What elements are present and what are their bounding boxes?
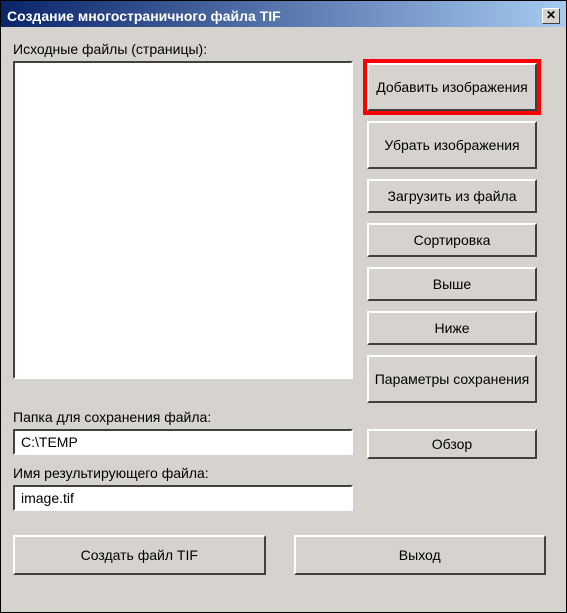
exit-button[interactable]: Выход: [294, 535, 547, 575]
source-files-listbox[interactable]: [13, 61, 353, 379]
save-folder-label: Папка для сохранения файла:: [13, 409, 554, 425]
save-folder-input[interactable]: [13, 429, 353, 455]
left-column: [13, 61, 353, 379]
add-images-button[interactable]: Добавить изображения: [367, 63, 537, 111]
sort-button[interactable]: Сортировка: [367, 223, 537, 257]
title-bar: Создание многостраничного файла TIF ✕: [1, 1, 566, 27]
remove-images-button[interactable]: Убрать изображения: [367, 121, 537, 169]
create-tif-button[interactable]: Создать файл TIF: [13, 535, 266, 575]
browse-button[interactable]: Обзор: [367, 429, 537, 459]
main-columns: Добавить изображения Убрать изображения …: [13, 61, 554, 403]
source-files-label: Исходные файлы (страницы):: [13, 41, 554, 57]
dialog-window: Создание многостраничного файла TIF ✕ Ис…: [0, 0, 567, 613]
result-file-label: Имя результирующего файла:: [13, 465, 554, 481]
window-title: Создание многостраничного файла TIF: [7, 8, 281, 24]
save-folder-row: Обзор: [13, 429, 554, 459]
save-params-button[interactable]: Параметры сохранения: [367, 355, 537, 403]
client-area: Исходные файлы (страницы): Добавить изоб…: [1, 27, 566, 587]
right-column: Добавить изображения Убрать изображения …: [367, 61, 554, 403]
result-file-input[interactable]: [13, 485, 353, 511]
close-icon[interactable]: ✕: [542, 8, 560, 24]
move-down-button[interactable]: Ниже: [367, 311, 537, 345]
move-up-button[interactable]: Выше: [367, 267, 537, 301]
load-from-file-button[interactable]: Загрузить из файла: [367, 179, 537, 213]
bottom-buttons: Создать файл TIF Выход: [13, 535, 554, 575]
